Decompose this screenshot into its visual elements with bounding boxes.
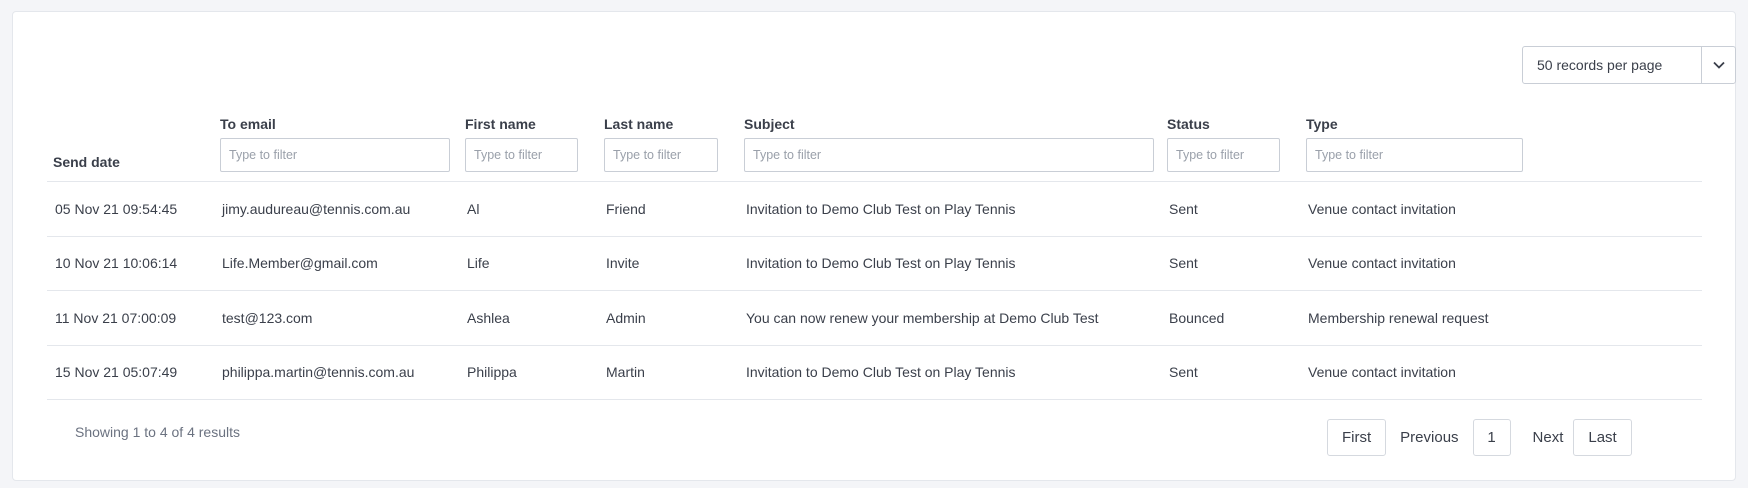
type-cell: Venue contact invitation [1300,345,1702,400]
column-label: First name [465,116,536,132]
send-date-cell: 10 Nov 21 10:06:14 [47,236,214,291]
last-page-button[interactable]: Last [1573,419,1632,456]
first-name-cell: Ashlea [459,290,598,346]
last-name-cell: Friend [598,181,738,237]
column-header-subject[interactable]: Subject [738,104,1161,182]
status-cell: Sent [1161,345,1300,400]
subject-cell: Invitation to Demo Club Test on Play Ten… [738,181,1161,237]
subject-cell: You can now renew your membership at Dem… [738,290,1161,346]
column-header-last-name[interactable]: Last name [598,104,738,182]
last-name-filter-input[interactable] [604,138,718,172]
column-header-type[interactable]: Type [1300,104,1702,182]
to-email-cell: philippa.martin@tennis.com.au [214,345,459,400]
subject-filter-input[interactable] [744,138,1154,172]
header-row: Send date To email First name Last name … [47,104,1702,182]
to-email-cell: jimy.audureau@tennis.com.au [214,181,459,237]
type-cell: Membership renewal request [1300,290,1702,346]
status-cell: Bounced [1161,290,1300,346]
column-label: To email [220,116,276,132]
column-header-first-name[interactable]: First name [459,104,598,182]
to-email-cell: test@123.com [214,290,459,346]
email-log-table: Send date To email First name Last name … [47,104,1702,400]
pagination: First Previous 1 Next Last [1327,419,1632,456]
type-cell: Venue contact invitation [1300,181,1702,237]
column-header-send-date[interactable]: Send date [47,104,214,182]
table-row[interactable]: 05 Nov 21 09:54:45 jimy.audureau@tennis.… [47,181,1702,237]
column-header-to-email[interactable]: To email [214,104,459,182]
table-row[interactable]: 10 Nov 21 10:06:14 Life.Member@gmail.com… [47,236,1702,291]
column-label: Subject [744,116,795,132]
subject-cell: Invitation to Demo Club Test on Play Ten… [738,345,1161,400]
column-header-status[interactable]: Status [1161,104,1300,182]
previous-page-button[interactable]: Previous [1386,429,1472,446]
send-date-cell: 15 Nov 21 05:07:49 [47,345,214,400]
column-label: Type [1306,116,1338,132]
send-date-cell: 05 Nov 21 09:54:45 [47,181,214,237]
column-label: Send date [53,154,120,170]
last-name-cell: Admin [598,290,738,346]
next-page-button[interactable]: Next [1511,429,1574,446]
records-per-page-select[interactable]: 50 records per page [1522,46,1736,84]
page-number-button[interactable]: 1 [1472,419,1511,456]
email-log-card: 50 records per page Send date To email T… [12,11,1736,481]
first-name-cell: Philippa [459,345,598,400]
type-filter-input[interactable] [1306,138,1523,172]
first-name-filter-input[interactable] [465,138,578,172]
status-cell: Sent [1161,236,1300,291]
type-cell: Venue contact invitation [1300,236,1702,291]
subject-cell: Invitation to Demo Club Test on Play Ten… [738,236,1161,291]
results-summary: Showing 1 to 4 of 4 results [75,424,240,440]
column-label: Status [1167,116,1210,132]
records-per-page-label: 50 records per page [1537,57,1663,73]
chevron-down-icon[interactable] [1701,47,1735,83]
table-row[interactable]: 15 Nov 21 05:07:49 philippa.martin@tenni… [47,345,1702,400]
last-name-cell: Invite [598,236,738,291]
column-label: Last name [604,116,674,132]
last-name-cell: Martin [598,345,738,400]
first-page-button[interactable]: First [1327,419,1387,456]
status-cell: Sent [1161,181,1300,237]
status-filter-input[interactable] [1167,138,1280,172]
first-name-cell: Al [459,181,598,237]
send-date-cell: 11 Nov 21 07:00:09 [47,290,214,346]
to-email-filter-input[interactable] [220,138,450,172]
to-email-cell: Life.Member@gmail.com [214,236,459,291]
table-row[interactable]: 11 Nov 21 07:00:09 test@123.com Ashlea A… [47,290,1702,346]
first-name-cell: Life [459,236,598,291]
